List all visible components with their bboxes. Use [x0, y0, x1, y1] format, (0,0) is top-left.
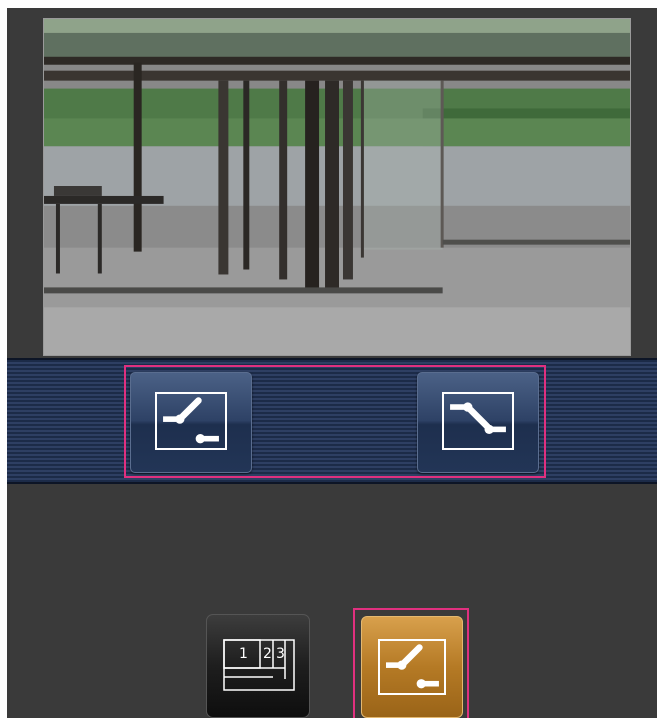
ptz-control-band	[7, 358, 657, 484]
multi-screen-button[interactable]: 1 2 3	[206, 614, 310, 718]
tilt-up-button[interactable]	[130, 372, 252, 473]
camera-live-image[interactable]	[43, 18, 631, 356]
tilt-up-active-button[interactable]	[361, 616, 463, 718]
multi-screen-icon: 1 2 3	[223, 639, 295, 691]
tilt-up-icon	[378, 639, 446, 695]
camera-scene-illustration	[44, 19, 630, 355]
tilt-up-icon	[155, 392, 227, 450]
screen-number-1: 1	[239, 646, 248, 662]
tilt-down-button[interactable]	[417, 372, 539, 473]
screen-number-2: 2	[263, 646, 272, 662]
app-frame: 1 2 3	[7, 8, 657, 718]
screen-number-3: 3	[276, 646, 285, 662]
tilt-down-icon	[442, 392, 514, 450]
